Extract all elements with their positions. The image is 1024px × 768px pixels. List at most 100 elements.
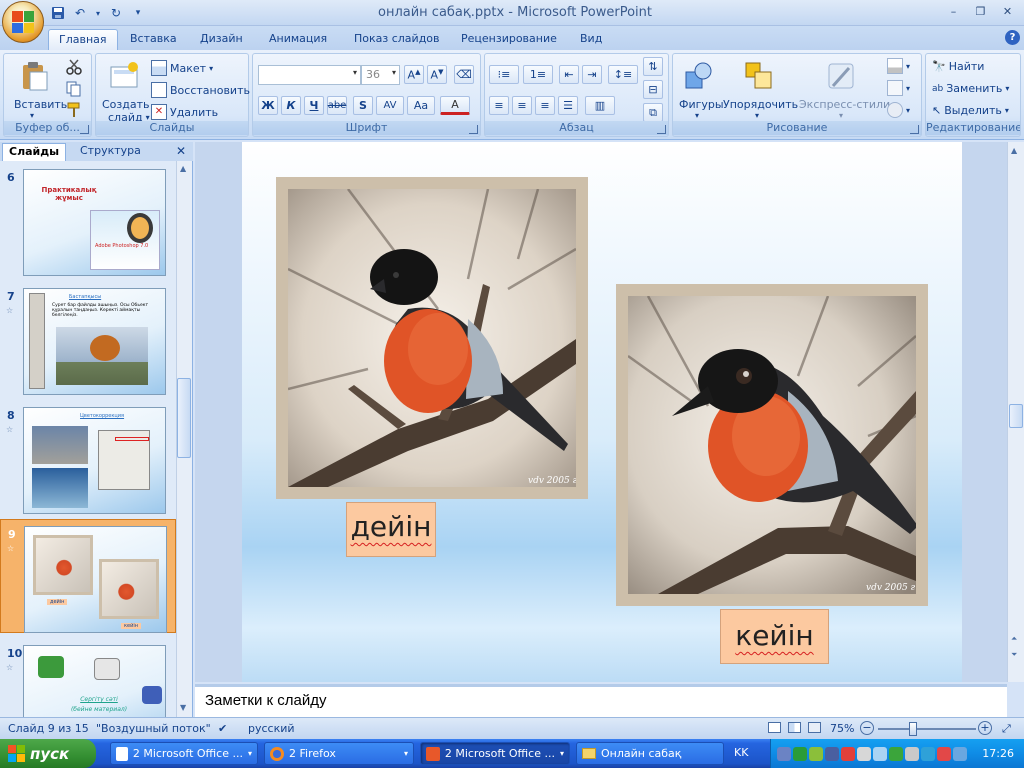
security-center-icon[interactable] xyxy=(937,746,951,761)
shape-effects-button[interactable]: ▾ xyxy=(887,102,910,118)
align-left-button[interactable]: ≡ xyxy=(489,96,509,115)
grow-font-button[interactable]: A▲ xyxy=(404,65,424,84)
tab-slideshow[interactable]: Показ слайдов xyxy=(344,29,450,50)
underline-button[interactable]: Ч xyxy=(304,96,324,115)
after-photo-frame[interactable]: vdv 2005 г. xyxy=(616,284,928,606)
next-slide-icon[interactable]: ⏷ xyxy=(1011,650,1017,660)
zoom-in-button[interactable]: + xyxy=(978,721,992,735)
drawing-dialog-launcher[interactable] xyxy=(910,125,919,134)
language-indicator[interactable]: русский xyxy=(248,722,295,735)
slide-thumbnail-7[interactable]: 7 ☆ Бастапқысы Сурет бар файлды ашыңыз. … xyxy=(0,282,176,396)
font-color-button[interactable]: A xyxy=(440,96,470,115)
slides-pane-scroll-thumb[interactable] xyxy=(177,378,191,458)
keyboard-language-indicator[interactable]: KK xyxy=(734,746,748,759)
before-photo-frame[interactable]: vdv 2005 г. xyxy=(276,177,588,499)
redo-icon[interactable]: ↻ xyxy=(108,5,124,21)
slide-canvas[interactable]: vdv 2005 г. дейін vdv 2005 г. кейін xyxy=(242,142,962,682)
shape-fill-button[interactable]: ▾ xyxy=(887,58,910,74)
close-button[interactable]: ✕ xyxy=(995,2,1020,20)
decrease-indent-button[interactable]: ⇤ xyxy=(559,65,579,84)
start-button[interactable]: пуск xyxy=(0,739,96,768)
align-text-button[interactable]: ⊟ xyxy=(643,80,663,99)
format-painter-icon[interactable] xyxy=(66,102,82,121)
tab-animation[interactable]: Анимация xyxy=(259,29,337,50)
align-right-button[interactable]: ≡ xyxy=(535,96,555,115)
layout-button[interactable]: Макет ▾ xyxy=(151,60,213,76)
shape-outline-button[interactable]: ▾ xyxy=(887,80,910,96)
columns-button[interactable]: ▥ xyxy=(585,96,615,115)
after-caption[interactable]: кейін xyxy=(720,609,829,664)
slide-thumbnail-9[interactable]: 9 ☆ дейін кейін xyxy=(0,519,176,633)
undo-icon[interactable]: ↶ xyxy=(72,5,88,21)
messenger-icon[interactable] xyxy=(809,746,823,761)
restore-button[interactable]: ❐ xyxy=(968,2,993,20)
arrange-button[interactable]: Упорядочить ▾ xyxy=(723,58,798,122)
before-caption[interactable]: дейін xyxy=(346,502,436,557)
bold-button[interactable]: Ж xyxy=(258,96,278,115)
numbering-button[interactable]: 1≡ xyxy=(523,65,553,84)
network-icon[interactable] xyxy=(777,746,791,761)
smartart-button[interactable]: ⧉ xyxy=(643,103,663,122)
font-name-combo[interactable]: ▾ xyxy=(258,65,361,85)
sync-icon[interactable] xyxy=(825,746,839,761)
tab-view[interactable]: Вид xyxy=(570,29,612,50)
shrink-font-button[interactable]: A▼ xyxy=(427,65,447,84)
increase-indent-button[interactable]: ⇥ xyxy=(582,65,602,84)
tab-slides[interactable]: Слайды xyxy=(2,143,67,161)
close-pane-icon[interactable]: ✕ xyxy=(176,144,186,158)
tab-insert[interactable]: Вставка xyxy=(120,29,187,50)
line-spacing-button[interactable]: ↕≡ xyxy=(608,65,638,84)
taskbar-item-firefox[interactable]: 2 Firefox ▾ xyxy=(264,742,414,765)
volume-icon[interactable] xyxy=(857,746,871,761)
help-icon[interactable]: ? xyxy=(1005,30,1020,45)
select-button[interactable]: ↖ Выделить ▾ xyxy=(932,104,1009,117)
slide-thumbnail-10[interactable]: 10 ☆ Сергіту сәті (бейне материал) xyxy=(0,639,176,717)
italic-button[interactable]: К xyxy=(281,96,301,115)
paragraph-dialog-launcher[interactable] xyxy=(657,125,666,134)
taskbar-item-office-1[interactable]: 2 Microsoft Office ... ▾ xyxy=(110,742,258,765)
zoom-slider[interactable] xyxy=(878,728,976,730)
paste-button[interactable]: Вставить ▾ xyxy=(10,58,67,122)
slide-scrollbar[interactable]: ▲ ⏶ ⏷ xyxy=(1007,142,1024,682)
undo-dropdown-icon[interactable]: ▾ xyxy=(94,5,102,21)
slide-thumbnail-8[interactable]: 8 ☆ Цветокоррекция xyxy=(0,401,176,515)
tab-design[interactable]: Дизайн xyxy=(190,29,253,50)
justify-button[interactable]: ☰ xyxy=(558,96,578,115)
slide-thumbnail-6[interactable]: 6 Практикалық жұмыс Adobe Photoshop 7.0 xyxy=(0,163,176,277)
new-slide-button[interactable]: Создать слайд ▾ xyxy=(100,58,150,124)
previous-slide-icon[interactable]: ⏶ xyxy=(1011,634,1017,644)
bullets-button[interactable]: ⁝≡ xyxy=(489,65,519,84)
taskbar-item-office-2[interactable]: 2 Microsoft Office ... ▾ xyxy=(420,742,570,765)
customize-qat-icon[interactable]: ▾ xyxy=(130,5,146,21)
update-icon[interactable] xyxy=(889,746,903,761)
office-button[interactable] xyxy=(2,1,44,43)
change-case-button[interactable]: Aa xyxy=(407,96,435,115)
bluetooth-icon[interactable] xyxy=(921,746,935,761)
spell-check-icon[interactable]: ✔ xyxy=(218,722,227,735)
align-center-button[interactable]: ≡ xyxy=(512,96,532,115)
font-size-combo[interactable]: 36 ▾ xyxy=(361,65,400,85)
shield-icon[interactable] xyxy=(841,746,855,761)
strikethrough-button[interactable]: abe xyxy=(327,96,347,115)
replace-button[interactable]: ab Заменить ▾ xyxy=(932,82,1009,95)
zoom-slider-thumb[interactable] xyxy=(909,722,917,736)
shapes-button[interactable]: Фигуры ▾ xyxy=(677,58,724,122)
zoom-level[interactable]: 75% xyxy=(830,722,854,735)
clear-formatting-button[interactable]: ⌫ xyxy=(454,65,474,84)
slide-scroll-thumb[interactable] xyxy=(1009,404,1023,428)
zoom-out-button[interactable]: − xyxy=(860,721,874,735)
font-dialog-launcher[interactable] xyxy=(469,125,478,134)
normal-view-button[interactable] xyxy=(768,722,781,736)
save-icon[interactable] xyxy=(50,5,66,21)
minimize-button[interactable]: – xyxy=(941,2,966,20)
fit-to-window-button[interactable]: ⤢ xyxy=(1002,722,1011,736)
slideshow-view-button[interactable] xyxy=(808,722,821,736)
find-button[interactable]: 🔭 Найти xyxy=(932,60,984,73)
character-spacing-button[interactable]: AV xyxy=(376,96,404,115)
clock[interactable]: 17:26 xyxy=(982,747,1014,760)
cut-icon[interactable] xyxy=(66,59,82,78)
tab-outline[interactable]: Структура xyxy=(74,143,147,161)
slide-sorter-button[interactable] xyxy=(788,722,801,736)
scroll-down-icon[interactable]: ▼ xyxy=(180,703,186,712)
text-direction-button[interactable]: ⇅ xyxy=(643,57,663,76)
